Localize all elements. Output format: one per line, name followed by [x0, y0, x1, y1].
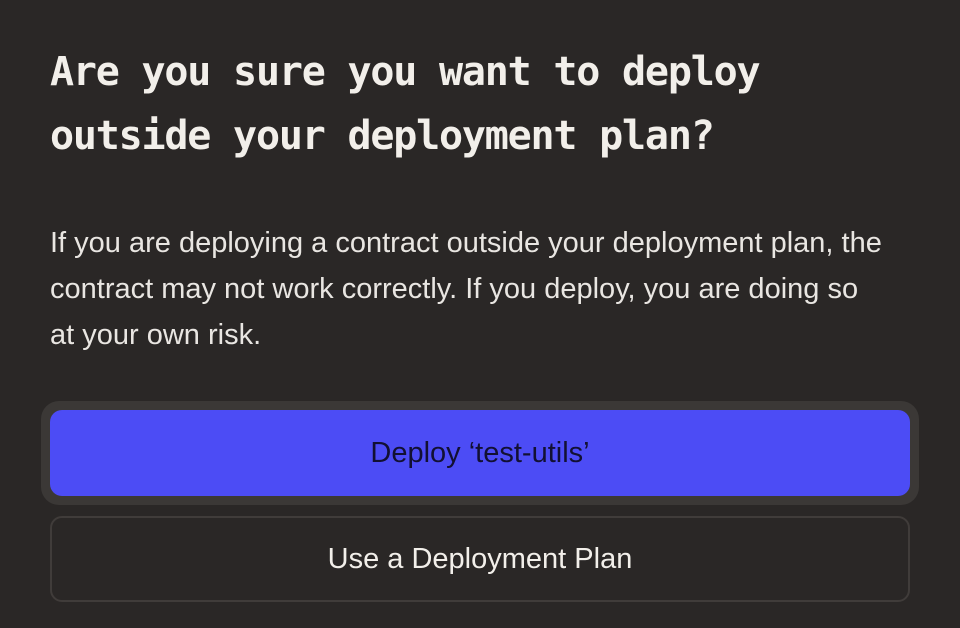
dialog-title: Are you sure you want to deploy outside …	[50, 49, 761, 159]
deploy-button[interactable]: Deploy ‘test-utils’	[50, 410, 910, 496]
deploy-confirmation-dialog: Are you sure you want to deploy outside …	[0, 0, 960, 628]
use-deployment-plan-button-label: Use a Deployment Plan	[327, 542, 633, 575]
deploy-button-label: Deploy ‘test-utils’	[370, 436, 590, 469]
use-deployment-plan-button[interactable]: Use a Deployment Plan	[50, 516, 910, 602]
dialog-message: If you are deploying a contract outside …	[50, 227, 882, 351]
